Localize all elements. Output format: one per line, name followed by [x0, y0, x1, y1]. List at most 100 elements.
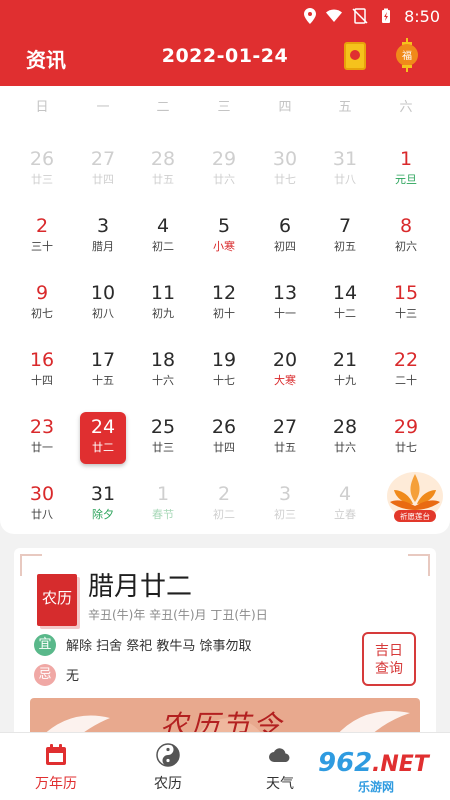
- tab-lunar[interactable]: 农历: [123, 733, 213, 800]
- lunar-day: 小寒: [213, 240, 235, 253]
- lantern-icon[interactable]: 福: [394, 38, 420, 72]
- day-number: 2: [35, 215, 49, 237]
- lunar-day: 廿三: [152, 441, 174, 454]
- lunar-day: 廿五: [152, 173, 174, 186]
- calendar-day[interactable]: 29 廿六: [201, 144, 247, 196]
- red-envelope-icon[interactable]: [344, 42, 366, 70]
- lunar-day: 廿一: [31, 441, 53, 454]
- calendar-day[interactable]: 5 小寒: [201, 211, 247, 263]
- tab-weather[interactable]: 天气: [235, 733, 325, 800]
- day-number: 16: [29, 349, 55, 371]
- lunar-day: 廿三: [31, 173, 53, 186]
- calendar-day[interactable]: 28 廿六: [322, 412, 368, 464]
- watermark-brand: 962: [318, 748, 373, 778]
- calendar-day[interactable]: 29 廿七: [383, 412, 429, 464]
- day-number: 13: [272, 282, 298, 304]
- day-number: 30: [29, 483, 55, 505]
- calendar-day[interactable]: 31 廿八: [322, 144, 368, 196]
- calendar-day[interactable]: 2 三十: [19, 211, 65, 263]
- calendar-icon: [46, 744, 66, 765]
- calendar-day[interactable]: 28 廿五: [140, 144, 186, 196]
- top-nav: 资讯 2022-01-24 福: [0, 36, 450, 80]
- day-number: 28: [150, 148, 176, 170]
- current-date[interactable]: 2022-01-24: [0, 45, 450, 67]
- lunar-day: 初三: [274, 508, 296, 521]
- day-number: 26: [29, 148, 55, 170]
- calendar-day[interactable]: 23 廿一: [19, 412, 65, 464]
- day-number: 27: [90, 148, 116, 170]
- calendar-day[interactable]: 8 初六: [383, 211, 429, 263]
- calendar-day[interactable]: 30 廿七: [262, 144, 308, 196]
- site-watermark: 962 .NET 乐游网: [318, 748, 448, 798]
- calendar-day[interactable]: 21 十九: [322, 345, 368, 397]
- day-number: 29: [393, 416, 419, 438]
- calendar-day[interactable]: 13 十一: [262, 278, 308, 330]
- app-header: 8:50 资讯 2022-01-24 福: [0, 0, 450, 86]
- lotus-icon[interactable]: 祈愿莲台: [384, 468, 446, 524]
- day-number: 3: [278, 483, 292, 505]
- calendar-day[interactable]: 19 十七: [201, 345, 247, 397]
- calendar-day[interactable]: 3 初三: [262, 479, 308, 531]
- calendar-day[interactable]: 2 初二: [201, 479, 247, 531]
- lunar-day: 大寒: [274, 374, 296, 387]
- calendar-day[interactable]: 26 廿三: [19, 144, 65, 196]
- calendar-day[interactable]: 7 初五: [322, 211, 368, 263]
- calendar-day[interactable]: 26 廿四: [201, 412, 247, 464]
- weekday-label: 五: [338, 100, 352, 115]
- no-sim-icon: [352, 8, 368, 24]
- day-number: 7: [338, 215, 352, 237]
- calendar-day[interactable]: 3 腊月: [80, 211, 126, 263]
- calendar-day[interactable]: 6 初四: [262, 211, 308, 263]
- ji-badge: 忌: [34, 664, 56, 686]
- calendar-day[interactable]: 20 大寒: [262, 345, 308, 397]
- calendar-day[interactable]: 16 十四: [19, 345, 65, 397]
- day-number: 20: [272, 349, 298, 371]
- calendar-day[interactable]: 10 初八: [80, 278, 126, 330]
- day-number: 31: [90, 483, 116, 505]
- watermark-sub: 乐游网: [358, 780, 395, 794]
- ganzhi-text: 辛丑(牛)年 辛丑(牛)月 丁丑(牛)日: [88, 608, 268, 622]
- calendar-day[interactable]: 11 初九: [140, 278, 186, 330]
- lunar-day: 十六: [152, 374, 174, 387]
- day-number: 12: [211, 282, 237, 304]
- tab-label: 农历: [154, 776, 182, 792]
- day-number: 26: [211, 416, 237, 438]
- day-number: 14: [332, 282, 358, 304]
- lunar-day: 初二: [152, 240, 174, 253]
- calendar-day[interactable]: 1 元旦: [383, 144, 429, 196]
- calendar-day[interactable]: 15 十三: [383, 278, 429, 330]
- calendar-day[interactable]: 18 十六: [140, 345, 186, 397]
- calendar-day[interactable]: 9 初七: [19, 278, 65, 330]
- lunar-day: 初七: [31, 307, 53, 320]
- status-time: 8:50: [404, 6, 440, 26]
- lunar-day: 廿六: [334, 441, 356, 454]
- lunar-day: 立春: [334, 508, 356, 521]
- tab-calendar[interactable]: 万年历: [11, 733, 101, 800]
- calendar-day[interactable]: 17 十五: [80, 345, 126, 397]
- day-number: 29: [211, 148, 237, 170]
- calendar-day[interactable]: 4 立春: [322, 479, 368, 531]
- calendar-day[interactable]: 25 廿三: [140, 412, 186, 464]
- day-number: 25: [150, 416, 176, 438]
- corner-decoration: [20, 554, 42, 576]
- lunar-day: 十二: [334, 307, 356, 320]
- location-icon: [304, 8, 317, 24]
- lunar-day: 廿四: [213, 441, 235, 454]
- calendar-day[interactable]: 27 廿五: [262, 412, 308, 464]
- day-number: 5: [217, 215, 231, 237]
- calendar-day[interactable]: 12 初十: [201, 278, 247, 330]
- calendar-day[interactable]: 31 除夕: [80, 479, 126, 531]
- calendar-day[interactable]: 4 初二: [140, 211, 186, 263]
- calendar-day[interactable]: 22 二十: [383, 345, 429, 397]
- calendar-day[interactable]: 1 春节: [140, 479, 186, 531]
- day-number: 24: [90, 416, 116, 438]
- lucky-day-query-button[interactable]: 吉日 查询: [362, 632, 416, 686]
- almanac-card[interactable]: 农历 腊月廿二 辛丑(牛)年 辛丑(牛)月 丁丑(牛)日 宜 解除 扫舍 祭祀 …: [14, 548, 436, 748]
- day-number: 23: [29, 416, 55, 438]
- calendar-day[interactable]: 27 廿四: [80, 144, 126, 196]
- calendar-day-today[interactable]: 24 廿二: [80, 412, 126, 464]
- lunar-date: 腊月廿二: [88, 572, 193, 602]
- calendar-day[interactable]: 14 十二: [322, 278, 368, 330]
- day-number: 31: [332, 148, 358, 170]
- calendar-day[interactable]: 30 廿八: [19, 479, 65, 531]
